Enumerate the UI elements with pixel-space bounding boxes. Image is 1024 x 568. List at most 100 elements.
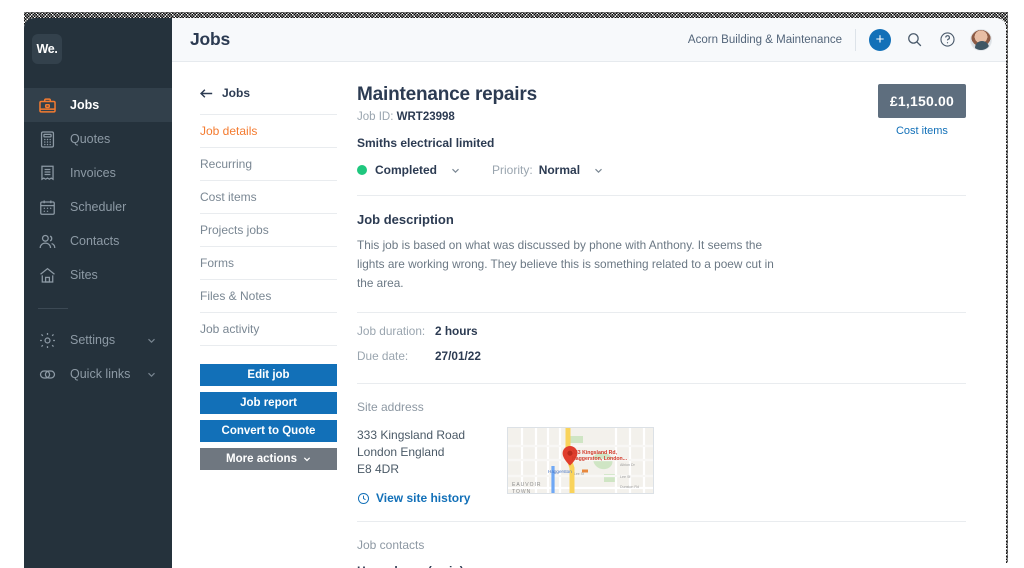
site-address-heading: Site address bbox=[357, 400, 424, 415]
job-id-label: Job ID: bbox=[357, 111, 394, 123]
job-total-badge: £1,150.00 bbox=[877, 84, 966, 118]
divider bbox=[357, 521, 966, 523]
job-description-heading: Job description bbox=[357, 212, 454, 227]
due-date-label: Due date: bbox=[357, 349, 409, 364]
sidebar-item-jobs[interactable]: Jobs bbox=[24, 88, 172, 122]
search-icon[interactable] bbox=[904, 30, 924, 50]
map-area-label-1: EAUVOIR bbox=[512, 482, 542, 488]
job-duration-value: 2 hours bbox=[435, 324, 478, 339]
job-actions: Edit job Job report Convert to Quote Mor… bbox=[200, 364, 337, 470]
map-road-label-2: Lee St bbox=[620, 475, 630, 479]
subnav-item-files-notes[interactable]: Files & Notes bbox=[200, 280, 337, 313]
job-description-text: This job is based on what was discussed … bbox=[357, 238, 774, 291]
subnav-item-forms[interactable]: Forms bbox=[200, 247, 337, 280]
priority-chevron-down-icon[interactable] bbox=[594, 166, 603, 175]
sidebar-item-label: Scheduler bbox=[70, 200, 127, 214]
customer-name: Smiths electrical limited bbox=[357, 136, 495, 150]
app-logo[interactable]: We. bbox=[32, 34, 62, 64]
subnav-item-job-activity[interactable]: Job activity bbox=[200, 313, 337, 346]
sidebar-item-settings[interactable]: Settings bbox=[24, 323, 172, 357]
edge-mask-top bbox=[0, 0, 1024, 12]
address-line-3: E8 4DR bbox=[357, 462, 400, 477]
sidebar-item-quick-links[interactable]: Quick links bbox=[24, 357, 172, 391]
map-road-label-3: Dunston Rd bbox=[620, 485, 639, 489]
divider bbox=[357, 195, 966, 196]
job-title: Maintenance repairs bbox=[357, 84, 537, 105]
job-header: Maintenance repairs Job ID: WRT23998 Smi… bbox=[357, 84, 966, 177]
convert-to-quote-button[interactable]: Convert to Quote bbox=[200, 420, 337, 442]
subnav-item-projects-jobs[interactable]: Projects jobs bbox=[200, 214, 337, 247]
divider bbox=[357, 312, 966, 314]
content-area: Jobs Job details Recurring Cost items Pr… bbox=[172, 62, 1006, 568]
topbar-actions: Acorn Building & Maintenance + bbox=[688, 28, 992, 51]
cost-items-link[interactable]: Cost items bbox=[878, 125, 966, 137]
sidebar-item-quotes[interactable]: Quotes bbox=[24, 122, 172, 156]
sidebar-item-scheduler[interactable]: Scheduler bbox=[24, 190, 172, 224]
sidebar-nav-list: Jobs Quotes Invoices Scheduler Contacts … bbox=[24, 88, 172, 391]
status-chevron-down-icon[interactable] bbox=[451, 166, 460, 175]
address-line-1: 333 Kingsland Road bbox=[357, 428, 466, 443]
view-site-history-link[interactable]: View site history bbox=[357, 491, 507, 505]
subnav-item-job-details[interactable]: Job details bbox=[200, 115, 337, 148]
app-window: We. Jobs Quotes Invoices Scheduler Conta… bbox=[24, 18, 1006, 568]
job-report-button[interactable]: Job report bbox=[200, 392, 337, 414]
sidebar-item-label: Quotes bbox=[70, 132, 111, 146]
job-duration-label: Job duration: bbox=[357, 324, 426, 339]
due-date-value: 27/01/22 bbox=[435, 349, 481, 364]
organisation-name: Acorn Building & Maintenance bbox=[688, 28, 856, 51]
sidebar-item-label: Sites bbox=[70, 268, 98, 282]
screenshot-root: We. Jobs Quotes Invoices Scheduler Conta… bbox=[0, 0, 1024, 568]
subnav-item-recurring[interactable]: Recurring bbox=[200, 148, 337, 181]
edit-job-button[interactable]: Edit job bbox=[200, 364, 337, 386]
sidebar-item-label: Invoices bbox=[70, 166, 116, 180]
house-icon bbox=[38, 266, 57, 285]
briefcase-icon bbox=[38, 96, 57, 115]
site-map[interactable]: 333 Kingsland Rd, Haggerston, London... … bbox=[507, 427, 654, 495]
help-circle-icon[interactable] bbox=[937, 30, 957, 50]
subnav-item-cost-items[interactable]: Cost items bbox=[200, 181, 337, 214]
sidebar-divider bbox=[38, 308, 68, 309]
job-subnav: Jobs Job details Recurring Cost items Pr… bbox=[172, 62, 337, 568]
add-button[interactable]: + bbox=[869, 28, 891, 51]
more-actions-button[interactable]: More actions bbox=[200, 448, 337, 470]
job-header-text: Maintenance repairs Job ID: WRT23998 Smi… bbox=[357, 84, 603, 177]
sidebar-item-sites[interactable]: Sites bbox=[24, 258, 172, 292]
logo-area: We. bbox=[24, 18, 172, 80]
job-id: Job ID: WRT23998 bbox=[357, 111, 603, 123]
subnav-list: Job details Recurring Cost items Project… bbox=[200, 114, 337, 346]
svg-text:Lee St: Lee St bbox=[574, 472, 584, 476]
calculator-icon bbox=[38, 130, 57, 149]
priority-value: Normal bbox=[538, 163, 581, 177]
divider bbox=[357, 383, 966, 385]
map-pin-label-2: Haggerston, London... bbox=[572, 456, 628, 462]
site-address-row: 333 Kingsland Road London England E8 4DR… bbox=[357, 427, 966, 505]
job-id-value: WRT23998 bbox=[396, 111, 455, 123]
chevron-down-icon bbox=[147, 370, 156, 379]
due-date-row: Due date: 27/01/22 bbox=[357, 349, 966, 363]
page-title: Jobs bbox=[190, 29, 231, 49]
calendar-icon bbox=[38, 198, 57, 217]
top-bar: Jobs Acorn Building & Maintenance + bbox=[172, 18, 1006, 62]
back-to-jobs-link[interactable]: Jobs bbox=[200, 86, 337, 100]
address-line-2: London England bbox=[357, 445, 445, 460]
avatar[interactable] bbox=[970, 28, 992, 51]
gear-icon bbox=[38, 331, 57, 350]
map-graphic: 333 Kingsland Rd, Haggerston, London... … bbox=[508, 428, 653, 494]
sidebar-item-label: Settings bbox=[70, 333, 116, 347]
site-address-text: 333 Kingsland Road London England E8 4DR… bbox=[357, 427, 507, 505]
more-actions-label: More actions bbox=[226, 453, 297, 465]
arrow-left-icon bbox=[200, 88, 213, 99]
sidebar-item-label: Contacts bbox=[70, 234, 120, 248]
status-row: Completed Priority: Normal bbox=[357, 163, 603, 177]
map-road-label-1: Albion Dr bbox=[620, 463, 636, 467]
priority-label: Priority: bbox=[492, 163, 533, 177]
sidebar-item-contacts[interactable]: Contacts bbox=[24, 224, 172, 258]
job-detail-panel: Maintenance repairs Job ID: WRT23998 Smi… bbox=[337, 62, 1006, 568]
sidebar-item-label: Quick links bbox=[70, 367, 131, 381]
job-duration-row: Job duration: 2 hours bbox=[357, 324, 966, 338]
view-site-history-label: View site history bbox=[376, 491, 471, 506]
link-icon bbox=[38, 365, 57, 384]
sidebar-item-invoices[interactable]: Invoices bbox=[24, 156, 172, 190]
price-area: £1,150.00 Cost items bbox=[877, 84, 966, 137]
contact-name: Henry barry (main) bbox=[357, 564, 966, 568]
